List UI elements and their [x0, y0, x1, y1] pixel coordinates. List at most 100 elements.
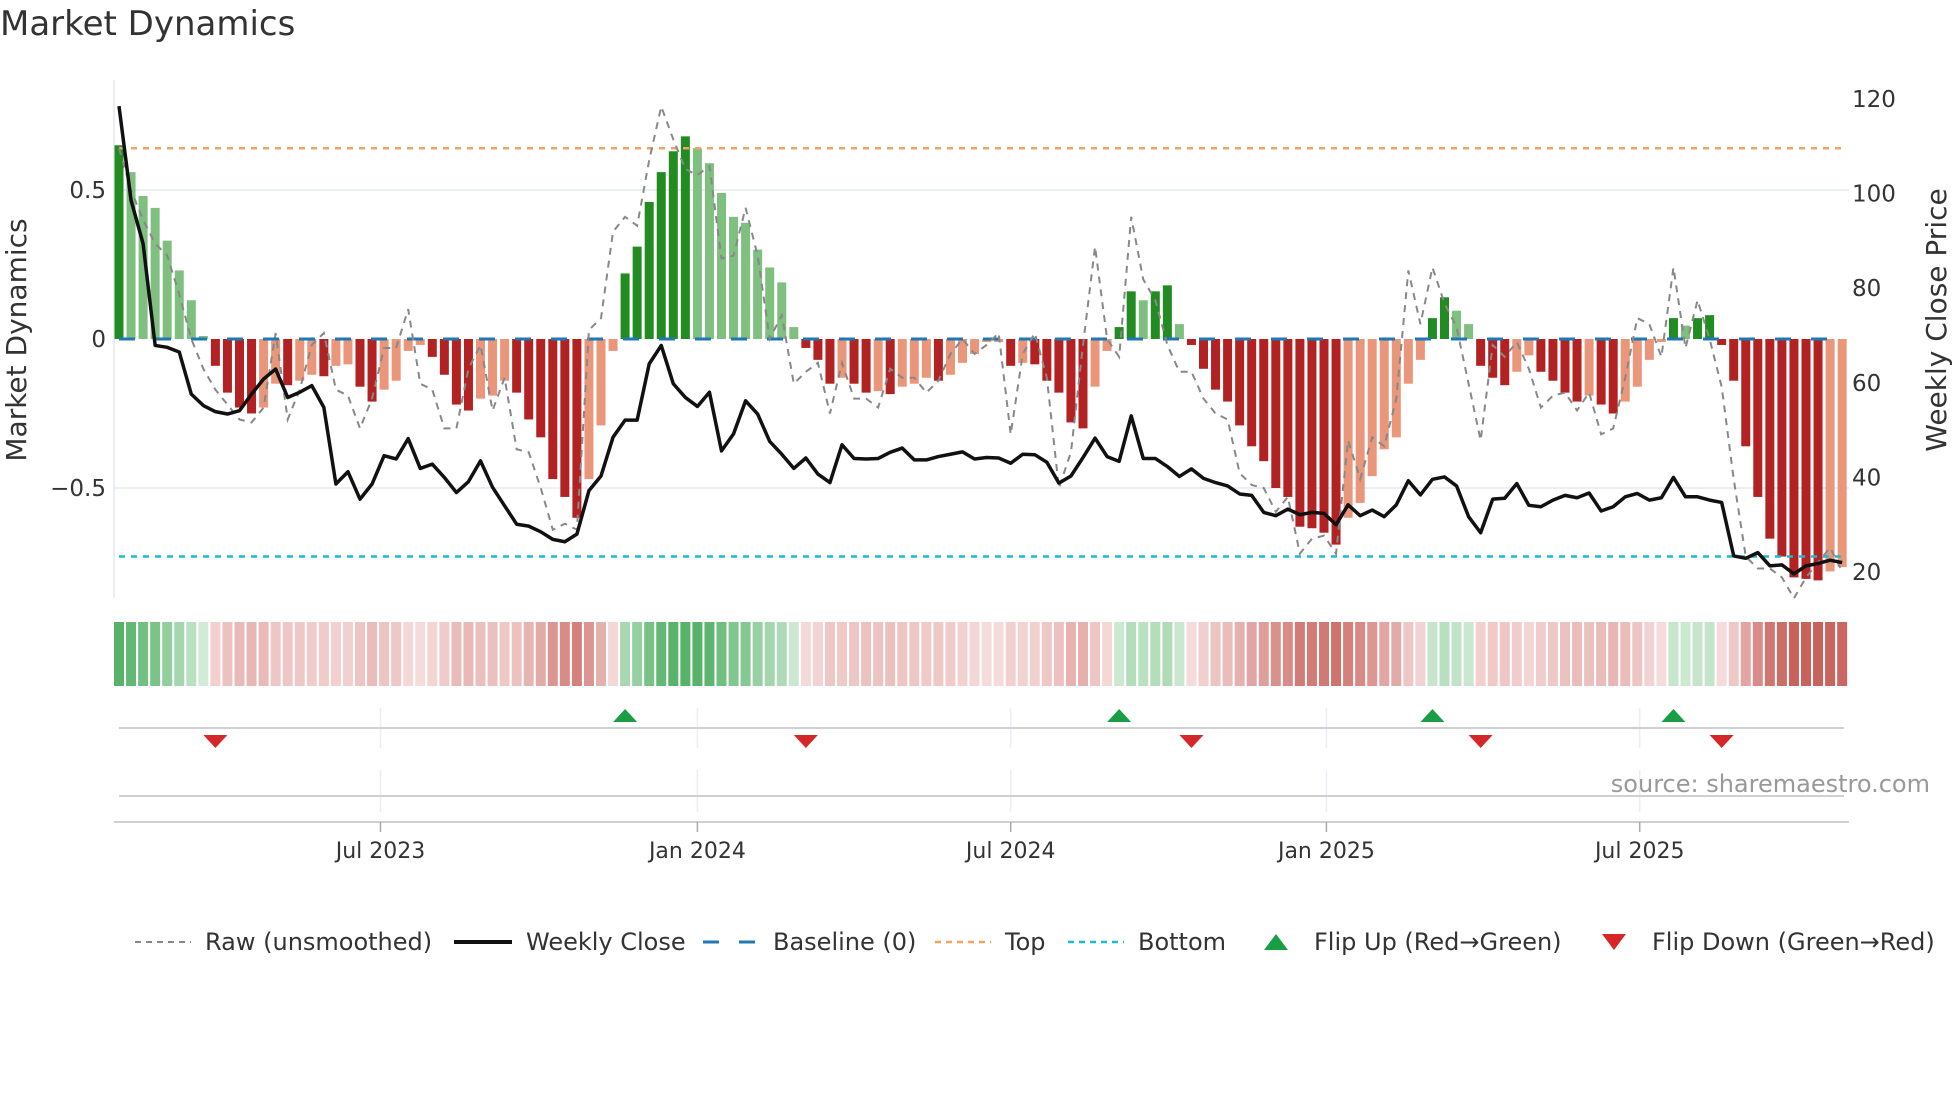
legend-item-top[interactable]: Top	[935, 922, 1046, 962]
heatmap-cell	[1487, 622, 1498, 686]
heatmap-cell	[921, 622, 932, 686]
x-tick-label: Jul 2025	[1593, 839, 1685, 864]
heatmap-cell	[1475, 622, 1486, 686]
legend-item-bottom[interactable]: Bottom	[1068, 922, 1226, 962]
flip-up-marker	[1661, 709, 1686, 722]
heatmap-cell	[342, 622, 353, 686]
heatmap-cell	[1162, 622, 1173, 686]
momentum-bar	[1199, 339, 1208, 369]
momentum-bar	[1548, 339, 1558, 381]
momentum-bar	[343, 339, 353, 365]
momentum-bar	[1476, 339, 1486, 366]
momentum-bar	[1006, 339, 1016, 366]
momentum-bar	[295, 339, 305, 381]
heatmap-cell	[1331, 622, 1342, 686]
momentum-bar	[656, 172, 666, 339]
heatmap-cell	[138, 622, 149, 686]
heatmap-cell	[873, 622, 884, 686]
momentum-bar	[1440, 297, 1449, 339]
momentum-bar	[259, 339, 269, 408]
heatmap-cell	[1306, 622, 1317, 686]
momentum-bar	[1765, 339, 1775, 539]
heatmap-cell	[294, 622, 305, 686]
heatmap-cell	[1150, 622, 1161, 686]
heatmap-cell	[1258, 622, 1269, 686]
heatmap-cell	[837, 622, 847, 686]
momentum-bar	[222, 339, 232, 393]
y-tick-label: −0.5	[50, 476, 106, 502]
momentum-bar	[1090, 339, 1100, 387]
momentum-bar	[777, 282, 787, 339]
heatmap-cell	[1560, 622, 1570, 686]
legend-item-raw[interactable]: Raw (unsmoothed)	[135, 922, 432, 962]
momentum-bar	[186, 300, 196, 339]
momentum-bar	[451, 339, 461, 405]
heatmap-cell	[1740, 622, 1751, 686]
flip-down-marker	[1709, 735, 1734, 748]
green-up-triangle-icon	[1264, 934, 1288, 950]
gray-dashed-line-icon	[135, 941, 191, 943]
momentum-bar	[1584, 339, 1594, 396]
x-tick-label: Jan 2025	[1276, 839, 1375, 864]
legend-label: Bottom	[1138, 928, 1227, 956]
heatmap-cell	[1692, 622, 1703, 686]
heatmap-cell	[909, 622, 920, 686]
heatmap-cell	[704, 622, 715, 686]
momentum-bar	[680, 136, 690, 339]
flip-down-marker	[1468, 735, 1493, 748]
heatmap-cell	[1017, 622, 1028, 686]
heatmap-cell	[1837, 622, 1848, 686]
momentum-bar	[1030, 339, 1040, 365]
momentum-bar	[210, 339, 220, 366]
legend-item-baseline[interactable]: Baseline (0)	[703, 922, 916, 962]
heatmap-cell	[1090, 622, 1101, 686]
heatmap-cell	[1005, 622, 1016, 686]
flip-down-marker	[203, 735, 228, 748]
heatmap-cell	[282, 622, 293, 686]
momentum-bar	[1536, 339, 1546, 372]
heatmap-cell	[330, 622, 341, 686]
momentum-bar	[608, 339, 618, 351]
legend-item-flip-up[interactable]: Flip Up (Red→Green)	[1262, 922, 1562, 962]
momentum-bar	[476, 339, 485, 399]
momentum-bar	[729, 216, 739, 339]
heatmap-cell	[897, 622, 908, 686]
raw-line	[118, 103, 1844, 601]
y2-tick-label: 40	[1852, 465, 1881, 491]
heatmap-cell	[1584, 622, 1595, 686]
momentum-bar	[789, 327, 799, 339]
momentum-bar	[247, 339, 257, 414]
heatmap-cell	[198, 622, 209, 686]
heatmap-cell	[668, 622, 679, 686]
momentum-bar	[512, 339, 522, 393]
red-down-triangle-icon	[1602, 934, 1626, 950]
flip-up-marker	[1107, 709, 1132, 722]
momentum-bar	[331, 339, 341, 366]
momentum-bar	[355, 339, 365, 387]
legend-label: Weekly Close	[526, 928, 686, 956]
momentum-bar	[897, 339, 907, 387]
heatmap-cell	[849, 622, 860, 686]
heatmap-cell	[186, 622, 197, 686]
heatmap-cell	[981, 622, 992, 686]
momentum-bar	[632, 246, 642, 339]
heatmap-cell	[1174, 622, 1185, 686]
heatmap-cell	[1451, 622, 1462, 686]
heatmap-cell	[945, 622, 956, 686]
momentum-bar	[825, 339, 835, 384]
legend-item-weekly-close[interactable]: Weekly Close	[454, 922, 686, 962]
heatmap-cell	[632, 622, 643, 686]
heatmap-cell	[475, 622, 486, 686]
legend-item-flip-down[interactable]: Flip Down (Green→Red)	[1600, 922, 1935, 962]
heatmap-cell	[379, 622, 390, 686]
momentum-bar	[1126, 291, 1136, 339]
momentum-bar	[1367, 339, 1377, 477]
heatmap-cell	[451, 622, 462, 686]
heatmap-cell	[1319, 622, 1329, 686]
momentum-bar	[1741, 339, 1751, 447]
heatmap-cell	[1644, 622, 1655, 686]
heatmap-cell	[1427, 622, 1438, 686]
momentum-bar	[1319, 339, 1329, 533]
momentum-bar	[1331, 339, 1341, 545]
heatmap-cell	[126, 622, 137, 686]
